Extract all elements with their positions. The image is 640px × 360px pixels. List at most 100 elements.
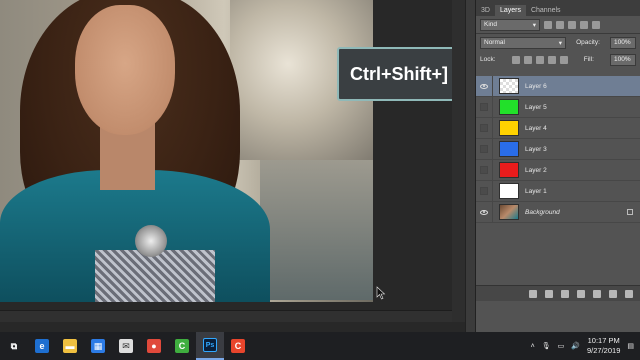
collapsed-dock[interactable] (465, 0, 475, 332)
task-view-icon: ⧉ (7, 339, 21, 353)
adjustment-filter-icon[interactable] (556, 20, 564, 29)
layer-row[interactable]: Layer 3 (476, 138, 640, 160)
fill-value: 100% (613, 56, 631, 63)
layer-row[interactable]: Layer 1 (476, 180, 640, 202)
taskbar-app-button[interactable]: ✉ (112, 332, 140, 360)
filter-kind-select[interactable]: Kind ▾ (480, 18, 540, 31)
layer-name: Layer 6 (525, 82, 547, 90)
layer-name: Layer 2 (525, 166, 547, 174)
link-icon[interactable] (529, 289, 537, 298)
layer-row[interactable]: Layer 5 (476, 96, 640, 118)
panel-tabs: 3D Layers Channels (476, 0, 640, 16)
clock[interactable]: 10:17 PM 9/27/2019 (587, 336, 620, 356)
chevron-up-icon[interactable]: ˄ (531, 343, 535, 350)
eye-hidden-icon (480, 166, 488, 174)
layer-name: Background (525, 208, 560, 216)
taskbar-app-button[interactable]: Ps (196, 332, 224, 360)
volume-icon[interactable]: 🔊 (571, 342, 580, 350)
taskbar-app-button[interactable]: ⧉ (0, 332, 28, 360)
shortcut-hint-box: Ctrl+Shift+] (337, 47, 461, 101)
visibility-toggle[interactable] (476, 201, 493, 223)
vertical-scrollbar[interactable] (452, 0, 465, 322)
layer-name: Layer 1 (525, 187, 547, 195)
opacity-value: 100% (614, 39, 631, 46)
fill-field[interactable]: 100% (609, 53, 636, 66)
taskbar-app-button[interactable]: ▦ (84, 332, 112, 360)
filter-row: Kind ▾ (476, 16, 640, 33)
layer-thumbnail (499, 120, 519, 136)
new-layer-icon[interactable] (609, 289, 617, 298)
tab-3d[interactable]: 3D (476, 5, 495, 16)
layer-row[interactable]: Layer 4 (476, 117, 640, 139)
lock-image-icon[interactable] (523, 55, 532, 64)
artboard-icon[interactable] (547, 55, 556, 64)
smart-object-filter-icon[interactable] (592, 20, 600, 29)
fx-icon[interactable] (545, 289, 553, 298)
clock-time: 10:17 PM (587, 336, 620, 345)
layer-thumbnail (499, 141, 519, 157)
lock-transparent-icon[interactable] (511, 55, 520, 64)
shape-filter-icon[interactable] (580, 20, 588, 29)
lock-all-icon[interactable] (559, 55, 568, 64)
blend-mode-value: Normal (484, 39, 505, 46)
chevron-down-icon: ▾ (532, 21, 536, 29)
photoshop-icon: Ps (203, 338, 217, 352)
blend-mode-select[interactable]: Normal ▾ (480, 36, 566, 49)
mail-icon: ✉ (119, 339, 133, 353)
taskbar-app-button[interactable]: ▬ (56, 332, 84, 360)
adjustment-icon[interactable] (577, 289, 585, 298)
layer-name: Layer 3 (525, 145, 547, 153)
layer-thumbnail (499, 78, 519, 94)
mask-icon[interactable] (561, 289, 569, 298)
camtasia-recorder-icon: C (231, 339, 245, 353)
eye-icon (480, 209, 488, 215)
layer-name: Layer 4 (525, 124, 547, 132)
opacity-field[interactable]: 100% (610, 36, 636, 49)
layer-row[interactable]: Layer 2 (476, 159, 640, 181)
chrome-icon: ● (147, 339, 161, 353)
layer-thumbnail (499, 204, 519, 220)
layers-list: Layer 6 Layer 5 Layer 4 Layer 3 Layer 2 Layer… (476, 75, 640, 223)
lock-position-icon[interactable] (535, 55, 544, 64)
microphone-icon[interactable]: 🎙 (542, 342, 551, 350)
pixel-filter-icon[interactable] (544, 20, 552, 29)
tab-channels[interactable]: Channels (526, 5, 566, 16)
photoshop-window: Ctrl+Shift+] 3D Layers Channels Kind ▾ N… (0, 0, 640, 360)
visibility-toggle[interactable] (476, 138, 493, 160)
group-icon[interactable] (593, 289, 601, 298)
layer-row[interactable]: Layer 6 (476, 75, 640, 97)
taskbar-app-button[interactable]: C (168, 332, 196, 360)
canvas-area[interactable]: Ctrl+Shift+] (0, 0, 465, 322)
document-image[interactable] (0, 0, 373, 302)
network-icon[interactable]: ▭ (558, 342, 565, 350)
taskbar-apps: ⧉ e ▬ ▦ ✉ ● C Ps C (0, 332, 252, 360)
taskbar-app-button[interactable]: C (224, 332, 252, 360)
taskbar-app-button[interactable]: ● (140, 332, 168, 360)
visibility-toggle[interactable] (476, 96, 493, 118)
shortcut-hint-text: Ctrl+Shift+] (349, 63, 448, 84)
visibility-toggle[interactable] (476, 75, 493, 97)
eye-hidden-icon (480, 187, 488, 195)
lock-row: Lock: Fill: 100% (476, 51, 640, 68)
chevron-down-icon: ▾ (558, 39, 562, 47)
fill-label: Fill: (583, 56, 594, 63)
clock-date: 9/27/2019 (587, 346, 621, 355)
trash-icon[interactable] (625, 289, 633, 298)
visibility-toggle[interactable] (476, 180, 493, 202)
tab-layers[interactable]: Layers (494, 5, 526, 16)
camtasia-icon: C (175, 339, 189, 353)
store-icon: ▦ (91, 339, 105, 353)
visibility-toggle[interactable] (476, 117, 493, 139)
file-explorer-icon: ▬ (63, 339, 77, 353)
layer-row[interactable]: Background (476, 201, 640, 223)
edge-icon: e (35, 339, 49, 353)
mouse-cursor-icon (376, 286, 386, 300)
horizontal-scrollbar[interactable] (0, 310, 465, 322)
panel-bottom-bar (476, 285, 640, 301)
lock-label: Lock: (480, 56, 496, 63)
type-filter-icon[interactable] (568, 20, 576, 29)
visibility-toggle[interactable] (476, 159, 493, 181)
notifications-icon[interactable]: ▤ (627, 342, 634, 350)
taskbar-app-button[interactable]: e (28, 332, 56, 360)
filter-kind-value: Kind (484, 21, 498, 28)
